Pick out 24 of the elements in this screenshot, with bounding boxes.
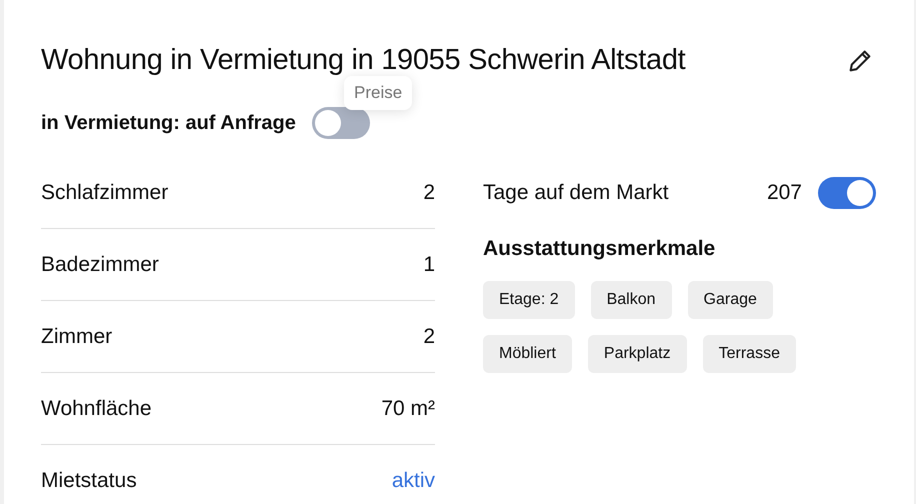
days-value: 207 (766, 181, 802, 205)
detail-label: Schlafzimmer (41, 180, 168, 204)
days-label: Tage auf dem Markt (483, 181, 670, 205)
detail-value: 70 m² (381, 396, 435, 420)
toggle-switch[interactable] (312, 107, 370, 139)
rent-label: in Vermietung: auf Anfrage (41, 112, 296, 134)
feature-tag: Garage (688, 281, 773, 319)
detail-value: 1 (423, 252, 435, 276)
feature-tag: Parkplatz (588, 335, 687, 373)
feature-tag: Etage: 2 (483, 281, 575, 319)
status-link[interactable]: aktiv (392, 468, 435, 492)
detail-label: Wohnfläche (41, 396, 152, 420)
feature-tag: Terrasse (702, 335, 796, 373)
page-title: Wohnung in Vermietung in 19055 Schwerin Altstadt (41, 44, 686, 77)
detail-value: 2 (423, 180, 435, 204)
detail-label: Mietstatus (41, 468, 137, 492)
features-heading: Ausstattungsmerkmale (483, 237, 716, 261)
feature-tag: Möbliert (483, 335, 572, 373)
detail-label: Badezimmer (41, 252, 159, 276)
feature-tag: Balkon (590, 281, 672, 319)
detail-value: 2 (423, 324, 435, 348)
toggle-switch[interactable] (818, 177, 876, 209)
detail-label: Zimmer (41, 324, 112, 348)
tooltip: Preise (344, 76, 412, 110)
